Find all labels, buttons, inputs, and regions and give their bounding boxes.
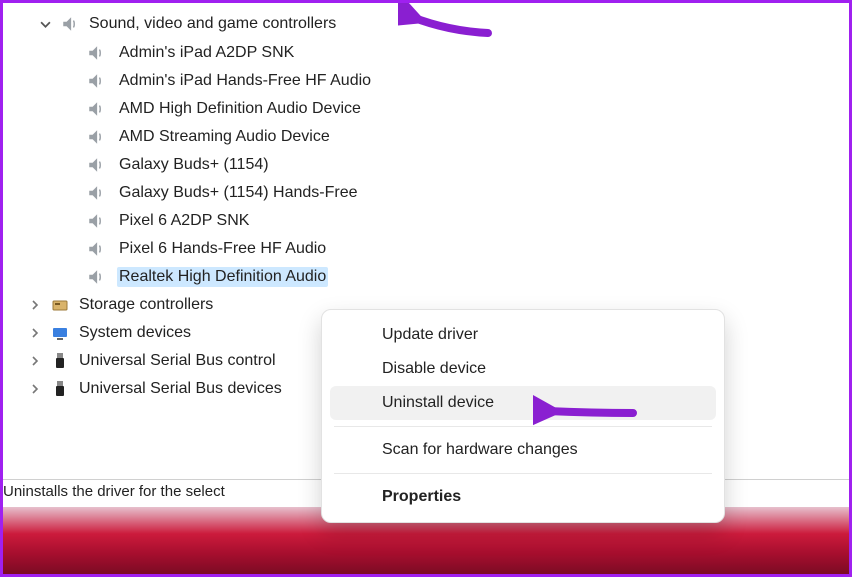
annotation-arrow	[533, 395, 643, 429]
menu-item[interactable]: Disable device	[330, 352, 716, 386]
menu-item-properties[interactable]: Properties	[330, 480, 716, 514]
device-item[interactable]: Realtek High Definition Audio	[3, 263, 849, 291]
speaker-icon	[83, 127, 109, 147]
status-text: Uninstalls the driver for the select	[3, 483, 225, 500]
menu-separator	[334, 473, 712, 474]
menu-item[interactable]: Update driver	[330, 318, 716, 352]
device-label: AMD Streaming Audio Device	[117, 127, 332, 147]
menu-item-label: Properties	[382, 488, 461, 505]
chevron-right-icon	[23, 300, 47, 310]
speaker-icon	[57, 14, 83, 34]
device-label: Realtek High Definition Audio	[117, 267, 328, 287]
device-label: Pixel 6 A2DP SNK	[117, 211, 251, 231]
device-label: Galaxy Buds+ (1154) Hands-Free	[117, 183, 359, 203]
usb-icon	[47, 379, 73, 399]
device-label: Admin's iPad A2DP SNK	[117, 43, 296, 63]
speaker-icon	[83, 99, 109, 119]
menu-separator	[334, 426, 712, 427]
device-item[interactable]: Admin's iPad A2DP SNK	[3, 39, 849, 67]
category-label: Sound, video and game controllers	[89, 15, 336, 33]
device-item[interactable]: Pixel 6 A2DP SNK	[3, 207, 849, 235]
category-label: Universal Serial Bus devices	[79, 380, 282, 398]
menu-item-label: Disable device	[382, 360, 486, 377]
chevron-right-icon	[23, 384, 47, 394]
category-label: Storage controllers	[79, 296, 213, 314]
device-item[interactable]: AMD Streaming Audio Device	[3, 123, 849, 151]
system-icon	[47, 323, 73, 343]
device-item[interactable]: AMD High Definition Audio Device	[3, 95, 849, 123]
chevron-right-icon	[23, 328, 47, 338]
device-item[interactable]: Galaxy Buds+ (1154) Hands-Free	[3, 179, 849, 207]
device-label: Pixel 6 Hands-Free HF Audio	[117, 239, 328, 259]
sound-devices-list: Admin's iPad A2DP SNK Admin's iPad Hands-…	[3, 39, 849, 291]
chevron-right-icon	[23, 356, 47, 366]
speaker-icon	[83, 43, 109, 63]
storage-icon	[47, 295, 73, 315]
usb-icon	[47, 351, 73, 371]
speaker-icon	[83, 211, 109, 231]
context-menu: Update driver Disable device Uninstall dev…	[321, 309, 725, 523]
device-label: Galaxy Buds+ (1154)	[117, 155, 271, 175]
device-label: AMD High Definition Audio Device	[117, 99, 363, 119]
speaker-icon	[83, 155, 109, 175]
chevron-down-icon	[33, 19, 57, 30]
category-label: Universal Serial Bus control	[79, 352, 276, 370]
speaker-icon	[83, 239, 109, 259]
annotation-arrow	[398, 3, 498, 43]
speaker-icon	[83, 183, 109, 203]
menu-item-label: Uninstall device	[382, 394, 494, 411]
speaker-icon	[83, 71, 109, 91]
category-label: System devices	[79, 324, 191, 342]
device-item[interactable]: Pixel 6 Hands-Free HF Audio	[3, 235, 849, 263]
menu-item-label: Update driver	[382, 326, 478, 343]
menu-item[interactable]: Scan for hardware changes	[330, 433, 716, 467]
device-label: Admin's iPad Hands-Free HF Audio	[117, 71, 373, 91]
menu-item[interactable]: Uninstall device	[330, 386, 716, 420]
menu-item-label: Scan for hardware changes	[382, 441, 578, 458]
device-item[interactable]: Admin's iPad Hands-Free HF Audio	[3, 67, 849, 95]
device-item[interactable]: Galaxy Buds+ (1154)	[3, 151, 849, 179]
speaker-icon	[83, 267, 109, 287]
